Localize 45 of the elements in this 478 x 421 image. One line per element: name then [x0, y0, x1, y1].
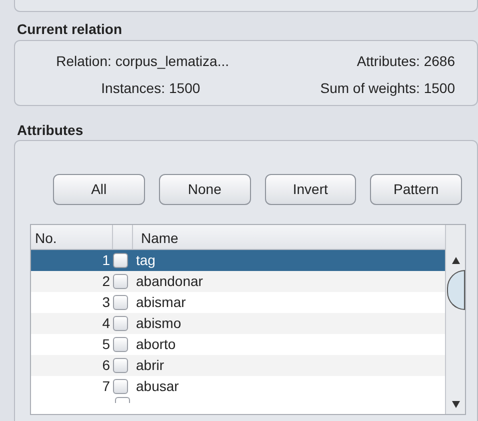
table-cell-text: 3	[101, 293, 111, 312]
button[interactable]: Invert	[264, 174, 356, 205]
table-cell-text: 4	[101, 314, 111, 333]
column-header[interactable]: No.	[31, 225, 113, 249]
table-cell-text: 5	[101, 335, 111, 354]
table-cell-text: 2	[101, 272, 111, 291]
field-value: 1500	[169, 80, 200, 96]
scrollbar[interactable]	[445, 225, 465, 414]
checkbox[interactable]	[113, 253, 128, 268]
checkbox[interactable]	[113, 358, 128, 373]
field-value: 2686	[424, 52, 455, 71]
table-cell-text: abrir	[135, 356, 164, 375]
checkbox[interactable]	[113, 379, 128, 394]
table-row[interactable]: 6 abrir	[31, 355, 445, 376]
button[interactable]: None	[158, 174, 250, 205]
field-value: 1500	[424, 78, 455, 98]
table-row[interactable]: 4 abismo	[31, 313, 445, 334]
section-title: Current relation	[17, 21, 122, 37]
table-cell-text: aborto	[135, 335, 176, 354]
table-cell-text: abismar	[135, 293, 186, 312]
field-value: corpus_lematiza...	[115, 52, 229, 71]
checkbox[interactable]	[113, 295, 128, 310]
table-cell-text: abusar	[135, 377, 179, 396]
checkbox[interactable]	[113, 337, 128, 352]
column-header[interactable]: Name	[133, 225, 445, 249]
field-label: Instances:	[101, 78, 165, 98]
button[interactable]: All	[53, 174, 145, 205]
table-cell-text: 1	[101, 251, 111, 270]
table-row[interactable]: 1 tag	[31, 250, 445, 271]
table-cell-text: abandonar	[135, 272, 203, 291]
field-label: Attributes:	[356, 52, 420, 71]
table-row[interactable]: 2 abandonar	[31, 271, 445, 292]
table-cell-text: 7	[101, 377, 111, 396]
field-label: Relation:	[56, 52, 112, 71]
button[interactable]: Pattern	[370, 174, 462, 205]
scroll-thumb[interactable]	[446, 270, 464, 310]
checkbox[interactable]	[113, 316, 128, 331]
table-cell-text: abismo	[135, 314, 182, 333]
table-cell-text: tag	[135, 251, 156, 270]
scroll-up-icon[interactable]	[452, 257, 460, 264]
table-cell-text: 6	[101, 356, 111, 375]
scroll-down-icon[interactable]	[452, 401, 460, 408]
checkbox[interactable]	[113, 274, 128, 289]
section-title: Attributes	[17, 122, 84, 138]
field-label: Sum of weights:	[320, 78, 420, 98]
